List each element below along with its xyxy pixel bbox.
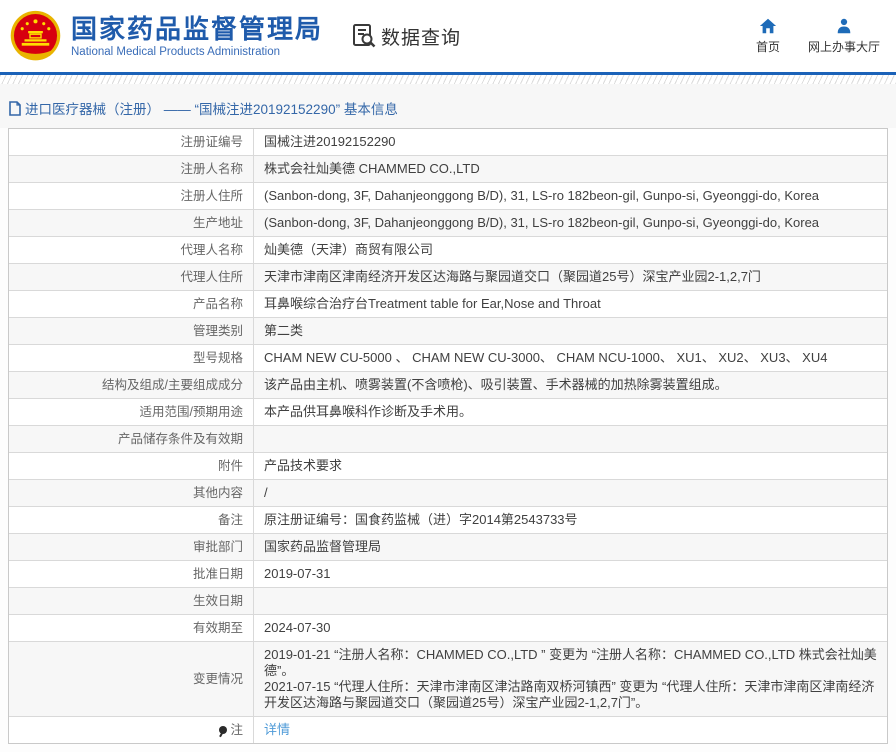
document-search-icon — [351, 23, 377, 49]
brand-name-cn: 国家药品监督管理局 — [71, 14, 323, 44]
row-value: (Sanbon-dong, 3F, Dahanjeonggong B/D), 3… — [254, 183, 887, 209]
table-row: 注册证编号国械注进20192152290 — [9, 129, 887, 156]
row-value: 2024-07-30 — [254, 615, 887, 641]
row-label: 代理人名称 — [9, 237, 254, 263]
table-row: 生产地址(Sanbon-dong, 3F, Dahanjeonggong B/D… — [9, 210, 887, 237]
table-row: 审批部门国家药品监督管理局 — [9, 534, 887, 561]
table-row: 管理类别第二类 — [9, 318, 887, 345]
row-value: 天津市津南区津南经济开发区达海路与聚园道交口（聚园道25号）深宝产业园2-1,2… — [254, 264, 887, 290]
document-icon — [8, 101, 22, 116]
table-row: 生效日期 — [9, 588, 887, 615]
breadcrumb[interactable]: 进口医疗器械（注册） —— “国械注进20192152290” 基本信息 — [0, 84, 896, 128]
pin-icon — [219, 726, 227, 734]
brand-name-en: National Medical Products Administration — [71, 46, 323, 58]
nav-home[interactable]: 首页 — [756, 17, 780, 55]
table-row: 代理人名称灿美德（天津）商贸有限公司 — [9, 237, 887, 264]
row-value: 原注册证编号：国食药监械（进）字2014第2543733号 — [254, 507, 887, 533]
table-row: 结构及组成/主要组成成分该产品由主机、喷雾装置(不含喷枪)、吸引装置、手术器械的… — [9, 372, 887, 399]
row-value — [254, 588, 887, 614]
row-value: 株式会社灿美德 CHAMMED CO.,LTD — [254, 156, 887, 182]
row-value: 耳鼻喉综合治疗台Treatment table for Ear,Nose and… — [254, 291, 887, 317]
row-value: CHAM NEW CU-5000 、 CHAM NEW CU-3000、 CHA… — [254, 345, 887, 371]
row-label: 变更情况 — [9, 642, 254, 716]
nav-online-hall[interactable]: 网上办事大厅 — [808, 17, 880, 55]
main-content: 进口医疗器械（注册） —— “国械注进20192152290” 基本信息 注册证… — [0, 84, 896, 752]
nav-online-hall-label: 网上办事大厅 — [808, 38, 880, 55]
breadcrumb-text: 进口医疗器械（注册） —— “国械注进20192152290” 基本信息 — [25, 98, 398, 118]
row-value: 2019-07-31 — [254, 561, 887, 587]
table-row: 型号规格CHAM NEW CU-5000 、 CHAM NEW CU-3000、… — [9, 345, 887, 372]
row-label: 产品名称 — [9, 291, 254, 317]
row-value: 该产品由主机、喷雾装置(不含喷枪)、吸引装置、手术器械的加热除雾装置组成。 — [254, 372, 887, 398]
row-label: 注册人住所 — [9, 183, 254, 209]
row-label: 型号规格 — [9, 345, 254, 371]
row-label: 审批部门 — [9, 534, 254, 560]
row-value — [254, 426, 887, 452]
table-row: 有效期至2024-07-30 — [9, 615, 887, 642]
change-record-line: 2019-01-21 “注册人名称：CHAMMED CO.,LTD ” 变更为 … — [264, 647, 877, 679]
row-value: 国械注进20192152290 — [254, 129, 887, 155]
brand-block: 国家药品监督管理局 National Medical Products Admi… — [71, 14, 323, 58]
page-header: 国家药品监督管理局 National Medical Products Admi… — [0, 0, 896, 72]
table-row: 注册人住所(Sanbon-dong, 3F, Dahanjeonggong B/… — [9, 183, 887, 210]
row-value: 本产品供耳鼻喉科作诊断及手术用。 — [254, 399, 887, 425]
national-emblem-logo — [8, 9, 63, 64]
row-label: 备注 — [9, 507, 254, 533]
row-label: 注 — [9, 717, 254, 743]
row-value: (Sanbon-dong, 3F, Dahanjeonggong B/D), 3… — [254, 210, 887, 236]
header-nav: 首页 网上办事大厅 — [756, 17, 880, 55]
nav-home-label: 首页 — [756, 38, 780, 55]
row-label: 附件 — [9, 453, 254, 479]
row-label: 产品储存条件及有效期 — [9, 426, 254, 452]
row-value: 详情 — [254, 717, 887, 743]
row-label: 管理类别 — [9, 318, 254, 344]
row-value: 灿美德（天津）商贸有限公司 — [254, 237, 887, 263]
table-row: 注详情 — [9, 717, 887, 743]
row-label: 适用范围/预期用途 — [9, 399, 254, 425]
registration-info-table: 注册证编号国械注进20192152290注册人名称株式会社灿美德 CHAMMED… — [8, 128, 888, 744]
table-row: 适用范围/预期用途本产品供耳鼻喉科作诊断及手术用。 — [9, 399, 887, 426]
row-label: 注册人名称 — [9, 156, 254, 182]
row-label: 代理人住所 — [9, 264, 254, 290]
home-icon — [759, 17, 777, 35]
row-value: 国家药品监督管理局 — [254, 534, 887, 560]
table-row: 其他内容/ — [9, 480, 887, 507]
table-row: 注册人名称株式会社灿美德 CHAMMED CO.,LTD — [9, 156, 887, 183]
row-label: 结构及组成/主要组成成分 — [9, 372, 254, 398]
striped-divider — [0, 75, 896, 84]
table-row: 备注原注册证编号：国食药监械（进）字2014第2543733号 — [9, 507, 887, 534]
table-row: 产品储存条件及有效期 — [9, 426, 887, 453]
table-row: 变更情况 2019-01-21 “注册人名称：CHAMMED CO.,LTD ” … — [9, 642, 887, 717]
table-row: 批准日期2019-07-31 — [9, 561, 887, 588]
detail-link[interactable]: 详情 — [264, 722, 877, 738]
table-row: 产品名称耳鼻喉综合治疗台Treatment table for Ear,Nose… — [9, 291, 887, 318]
section-title: 数据查询 — [381, 23, 461, 50]
row-value: 产品技术要求 — [254, 453, 887, 479]
table-row: 代理人住所天津市津南区津南经济开发区达海路与聚园道交口（聚园道25号）深宝产业园… — [9, 264, 887, 291]
row-label: 批准日期 — [9, 561, 254, 587]
row-label: 生产地址 — [9, 210, 254, 236]
row-label: 生效日期 — [9, 588, 254, 614]
row-value: / — [254, 480, 887, 506]
row-label: 注册证编号 — [9, 129, 254, 155]
row-label: 有效期至 — [9, 615, 254, 641]
row-value: 第二类 — [254, 318, 887, 344]
person-icon — [835, 17, 853, 35]
table-row: 附件产品技术要求 — [9, 453, 887, 480]
row-label: 其他内容 — [9, 480, 254, 506]
change-record-line: 2021-07-15 “代理人住所：天津市津南区津沽路南双桥河镇西” 变更为 “… — [264, 679, 877, 711]
data-query-section[interactable]: 数据查询 — [351, 23, 461, 50]
row-value: 2019-01-21 “注册人名称：CHAMMED CO.,LTD ” 变更为 … — [254, 642, 887, 716]
